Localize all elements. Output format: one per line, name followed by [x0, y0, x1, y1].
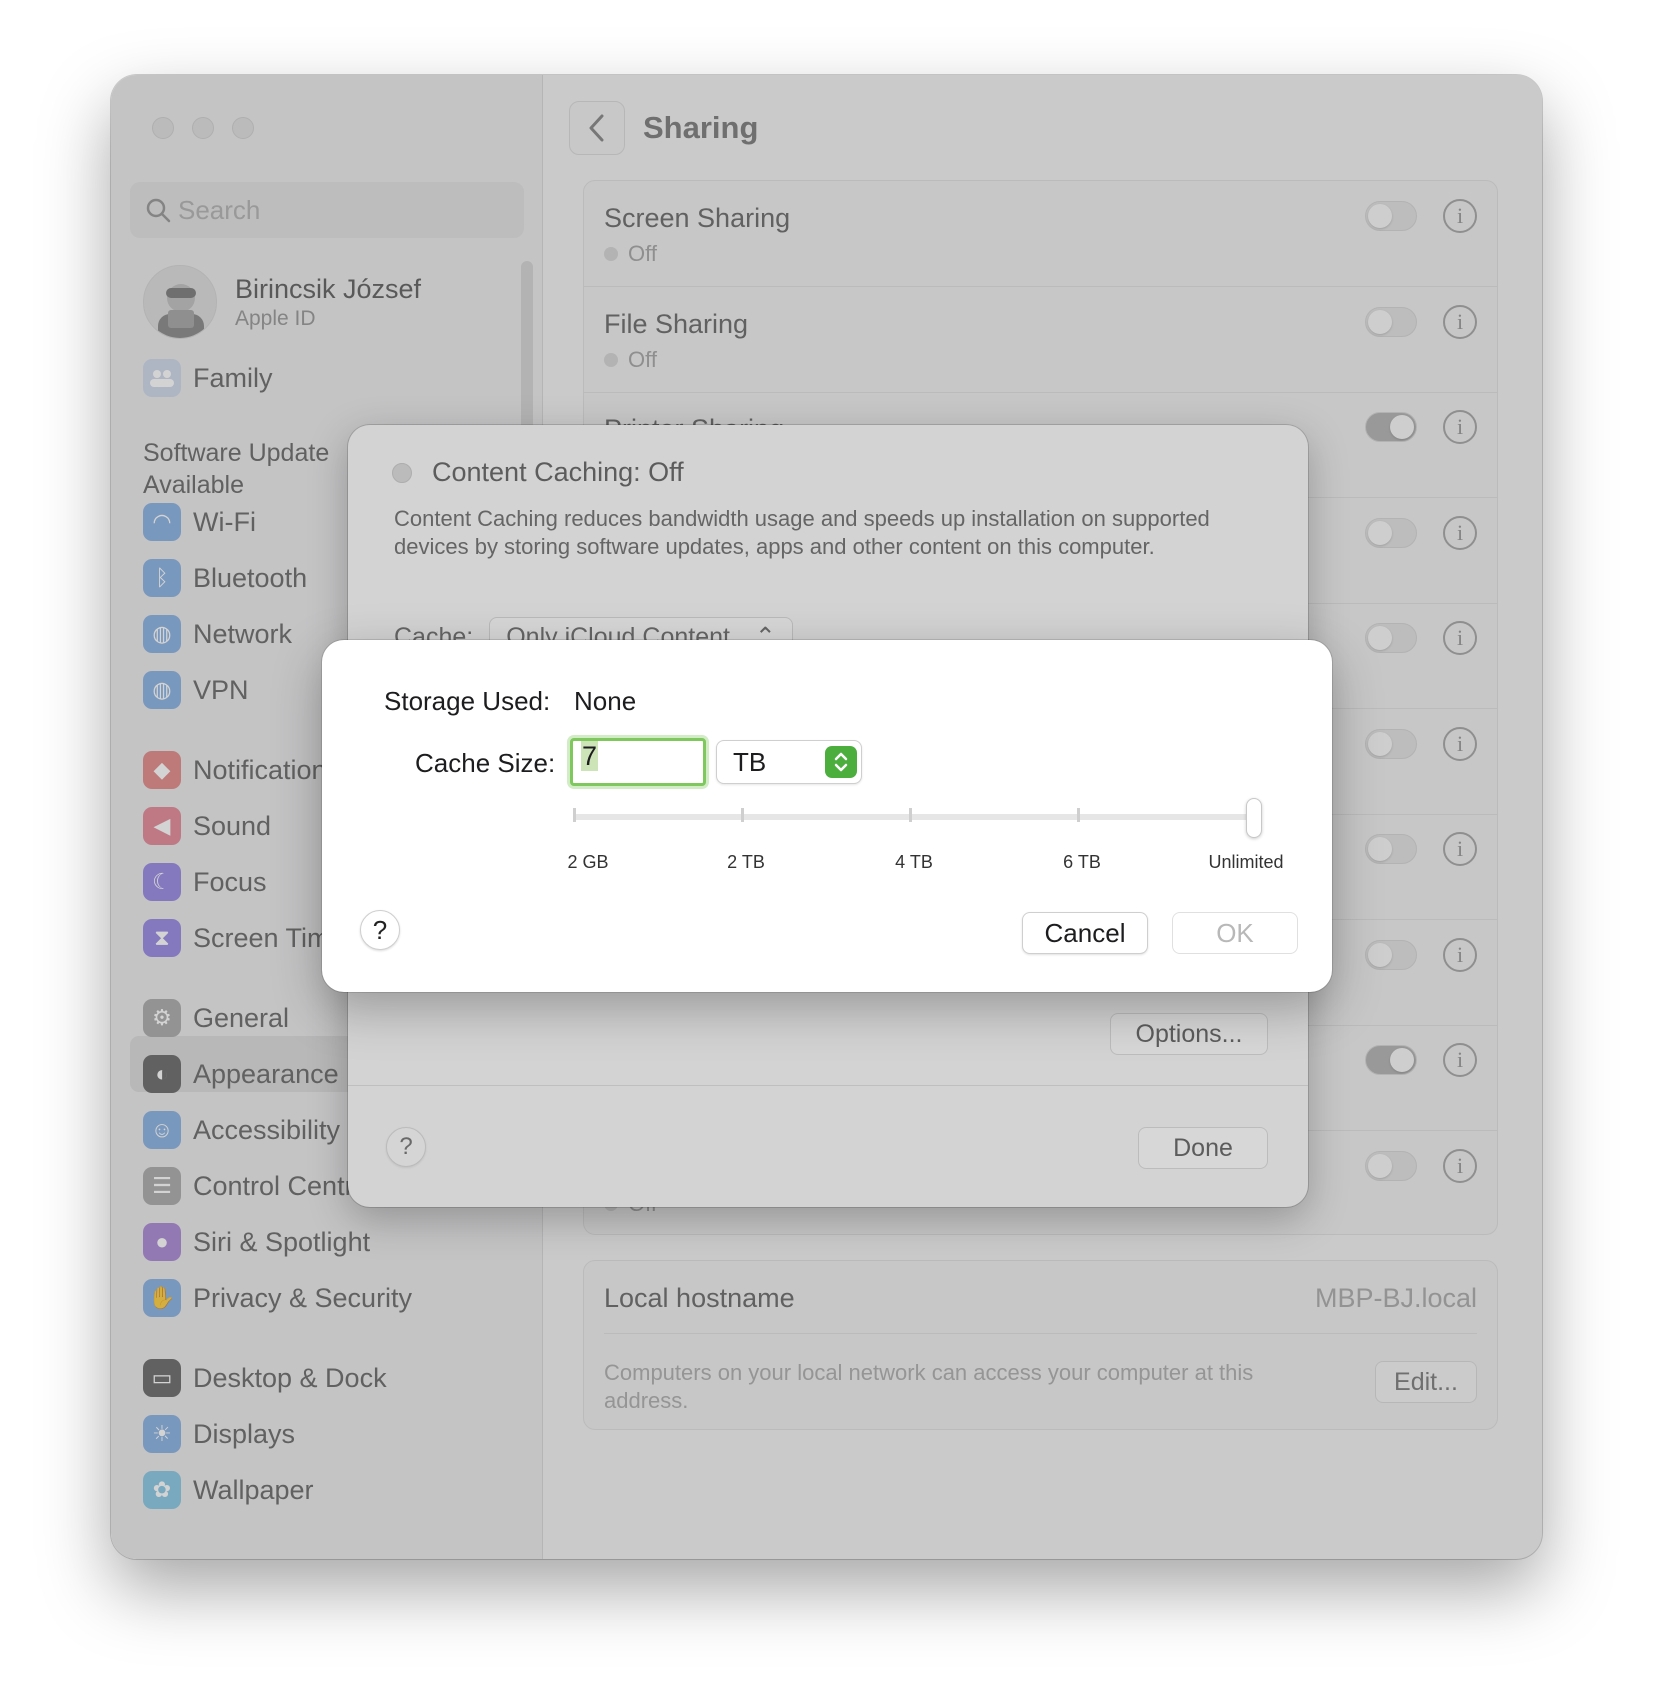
cancel-button[interactable]: Cancel — [1022, 912, 1148, 954]
ok-button[interactable]: OK — [1172, 912, 1298, 954]
slider-tick-label: 2 GB — [567, 852, 609, 872]
slider-tick — [1077, 808, 1080, 822]
slider-tick-label: 2 TB — [727, 852, 765, 872]
dialog-help-button[interactable]: ? — [360, 910, 400, 950]
slider-tick-label: Unlimited — [1208, 852, 1284, 872]
slider-tick-label: 6 TB — [1063, 852, 1101, 872]
cache-size-slider[interactable] — [574, 814, 1254, 820]
up-down-stepper-icon — [825, 746, 857, 778]
storage-used-value: None — [574, 686, 637, 716]
cache-size-dialog: Storage Used: None Cache Size: 7 TB ? Ca… — [322, 640, 1332, 992]
slider-tick — [573, 808, 576, 822]
cache-size-input[interactable]: 7 — [570, 738, 706, 786]
slider-tick — [909, 808, 912, 822]
unit-value: TB — [733, 746, 767, 777]
cache-size-value: 7 — [581, 741, 599, 771]
storage-used-label: Storage Used: — [384, 686, 551, 716]
slider-tick-label: 4 TB — [895, 852, 933, 872]
unit-popup[interactable]: TB — [716, 740, 862, 784]
slider-tick — [741, 808, 744, 822]
slider-knob[interactable] — [1246, 798, 1262, 838]
cache-size-label: Cache Size: — [415, 748, 556, 778]
